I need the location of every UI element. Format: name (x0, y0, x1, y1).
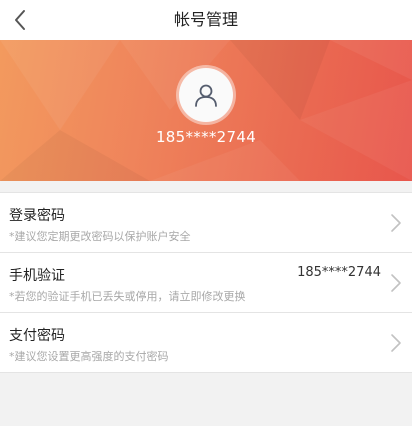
user-icon (195, 84, 217, 107)
page-title: 帐号管理 (173, 10, 238, 29)
account-settings-list: 登录密码 *建议您定期更改密码以保护账户安全 手机验证 185****2744 … (0, 192, 412, 373)
login-password-row[interactable]: 登录密码 *建议您定期更改密码以保护账户安全 (0, 193, 412, 253)
chevron-right-icon (391, 214, 401, 232)
avatar[interactable] (179, 68, 233, 122)
account-phone: 185****2744 (155, 128, 257, 146)
row-subtitle: *建议您定期更改密码以保护账户安全 (9, 230, 191, 243)
payment-password-row[interactable]: 支付密码 *建议您设置更高强度的支付密码 (0, 313, 412, 373)
row-title: 登录密码 (9, 208, 65, 224)
verified-phone-value: 185****2744 (297, 265, 381, 280)
row-subtitle: *若您的验证手机已丢失或停用，请立即修改更换 (9, 290, 246, 303)
chevron-right-icon (391, 274, 401, 292)
chevron-right-icon (391, 334, 401, 352)
row-subtitle: *建议您设置更高强度的支付密码 (9, 350, 169, 363)
phone-verification-row[interactable]: 手机验证 185****2744 *若您的验证手机已丢失或停用，请立即修改更换 (0, 253, 412, 313)
row-title: 手机验证 (9, 268, 65, 284)
row-title: 支付密码 (9, 328, 65, 344)
nav-bar: 帐号管理 (0, 0, 412, 40)
profile-banner: 185****2744 (0, 40, 412, 181)
